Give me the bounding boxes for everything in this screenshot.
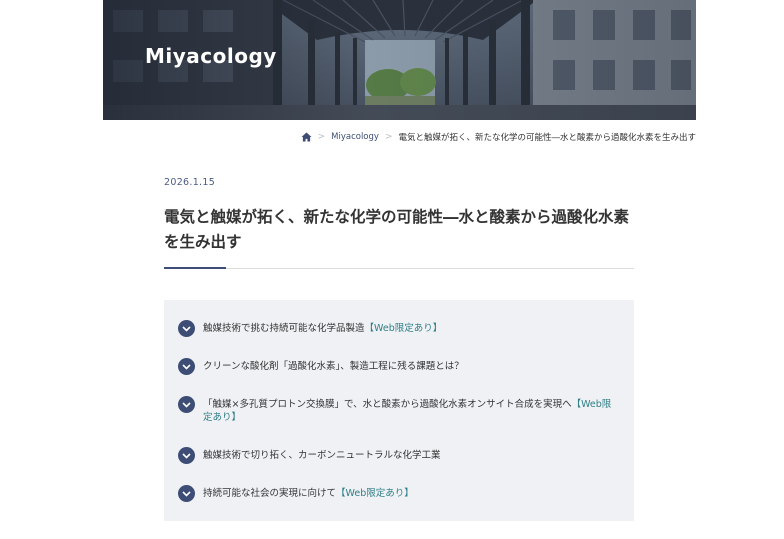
toc-item[interactable]: 触媒技術で挑む持続可能な化学品製造【Web限定あり】 (178, 320, 618, 337)
toc-item-tag: 【Web限定あり】 (336, 488, 414, 499)
toc-item-label: 触媒技術で挑む持続可能な化学品製造【Web限定あり】 (203, 320, 442, 335)
toc-item-text: 触媒技術で切り拓く、カーボンニュートラルな化学工業 (203, 450, 441, 461)
title-divider (164, 268, 634, 269)
breadcrumb-home-link[interactable] (301, 132, 312, 142)
toc-item[interactable]: 触媒技術で切り拓く、カーボンニュートラルな化学工業 (178, 447, 618, 464)
breadcrumb-link-miyacology[interactable]: Miyacology (331, 132, 379, 142)
article-title-line2: を生み出す (164, 233, 242, 251)
breadcrumb-separator: > (384, 132, 393, 142)
title-divider-accent (164, 267, 226, 269)
site-title: Miyacology (145, 44, 277, 68)
chevron-down-icon (178, 358, 195, 375)
toc-item[interactable]: 持続可能な社会の実現に向けて【Web限定あり】 (178, 485, 618, 502)
toc-item-text: 「触媒×多孔質プロトン交換膜」で、水と酸素から過酸化水素オンサイト合成を実現へ (203, 399, 572, 410)
toc-item-label: 触媒技術で切り拓く、カーボンニュートラルな化学工業 (203, 447, 441, 462)
toc-item[interactable]: 「触媒×多孔質プロトン交換膜」で、水と酸素から過酸化水素オンサイト合成を実現へ【… (178, 396, 618, 424)
toc-item-text: クリーンな酸化剤「過酸化水素」、製造工程に残る課題とは？ (203, 361, 464, 372)
home-icon (301, 132, 312, 142)
chevron-down-icon (178, 485, 195, 502)
breadcrumb-separator: > (317, 132, 326, 142)
hero-banner: Miyacology (103, 0, 696, 120)
toc-item[interactable]: クリーンな酸化剤「過酸化水素」、製造工程に残る課題とは？ (178, 358, 618, 375)
chevron-down-icon (178, 447, 195, 464)
article-title: 電気と触媒が拓く、新たな化学の可能性―水と酸素から過酸化水素 を生み出す (164, 205, 644, 255)
toc-item-label: 「触媒×多孔質プロトン交換膜」で、水と酸素から過酸化水素オンサイト合成を実現へ【… (203, 396, 618, 424)
toc-item-tag: 【Web限定あり】 (364, 323, 443, 334)
breadcrumb: > Miyacology > 電気と触媒が拓く、新たな化学の可能性―水と酸素から… (301, 130, 696, 144)
article-date: 2026.1.15 (164, 177, 216, 188)
toc-item-text: 触媒技術で挑む持続可能な化学品製造 (203, 323, 365, 334)
toc-item-label: 持続可能な社会の実現に向けて【Web限定あり】 (203, 485, 414, 500)
chevron-down-icon (178, 396, 195, 413)
toc-item-text: 持続可能な社会の実現に向けて (203, 488, 337, 499)
chevron-down-icon (178, 320, 195, 337)
breadcrumb-current: 電気と触媒が拓く、新たな化学の可能性―水と酸素から過酸化水素を生み出す (398, 133, 696, 143)
table-of-contents: 触媒技術で挑む持続可能な化学品製造【Web限定あり】 クリーンな酸化剤「過酸化水… (164, 300, 634, 521)
article-title-line1: 電気と触媒が拓く、新たな化学の可能性―水と酸素から過酸化水素 (164, 208, 630, 226)
toc-item-label: クリーンな酸化剤「過酸化水素」、製造工程に残る課題とは？ (203, 358, 464, 373)
